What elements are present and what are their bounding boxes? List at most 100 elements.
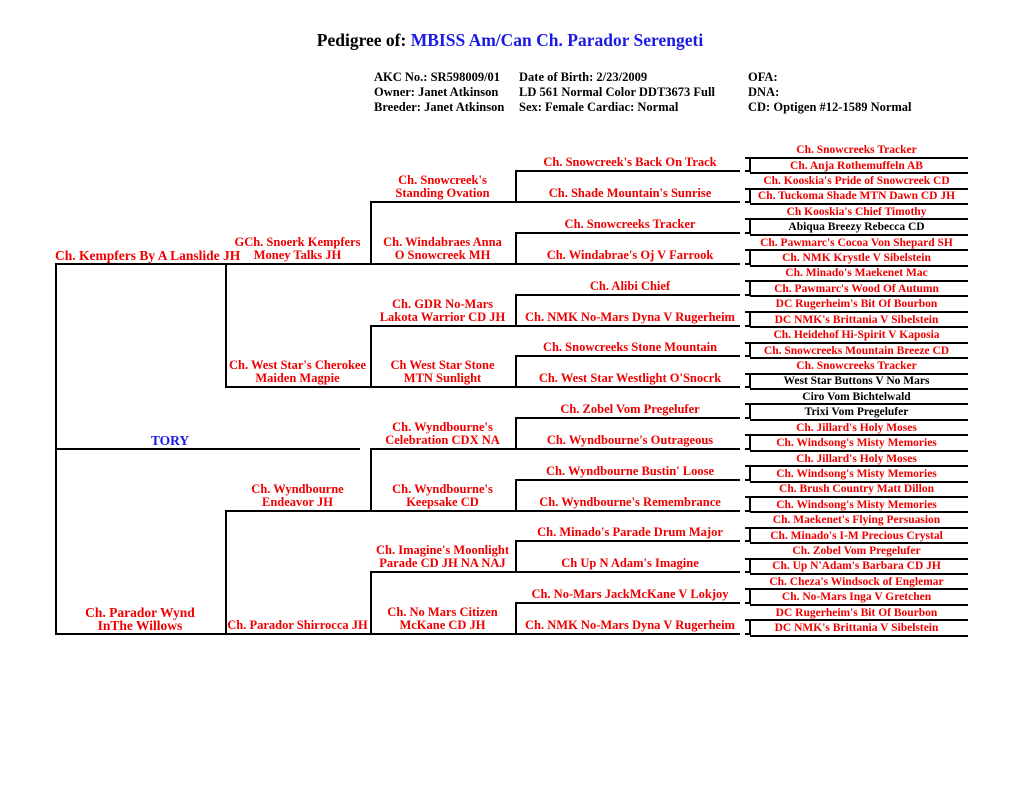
gen5-row-rule-10 xyxy=(750,295,968,298)
gen5-ancestor-14: Ch. Snowcreeks Mountain Breeze CD xyxy=(745,345,968,358)
gen4-row-rule-6 xyxy=(515,324,740,327)
gen5-row-rule-15 xyxy=(745,372,968,375)
gen4-to-gen5-connector-8 xyxy=(745,386,750,389)
ancestor-name-line: InThe Willows xyxy=(97,618,183,633)
ancestor-name-line: Ch. Kempfers By A Lanslide JH xyxy=(55,247,241,263)
gen2-bracket-2 xyxy=(370,324,372,387)
gen5-ancestor-25: Ch. Maekenet's Flying Persuasion xyxy=(745,514,968,527)
ancestor-name-line: DC Rugerheim's Bit Of Bourbon xyxy=(775,606,938,619)
ancestor-name-line: Ch. NMK No-Mars Dyna V Rugerheim xyxy=(525,618,735,632)
gen4-ancestor-16: Ch. NMK No-Mars Dyna V Rugerheim xyxy=(515,619,745,632)
gen5-ancestor-24: Ch. Windsong's Misty Memories xyxy=(745,499,968,512)
ancestor-name-line: Ch. Wyndbourne xyxy=(251,481,344,496)
gen5-row-rule-9 xyxy=(745,280,968,283)
gen4-to-gen5-connector-13 xyxy=(745,540,750,543)
ancestor-name-line: O Snowcreek MH xyxy=(394,247,491,262)
gen5-row-rule-27 xyxy=(745,557,968,560)
gen3-bracket-1 xyxy=(515,170,517,202)
gen5-row-rule-29 xyxy=(745,588,968,591)
gen4-row-rule-2 xyxy=(515,201,740,204)
gen5-ancestor-20: Ch. Windsong's Misty Memories xyxy=(745,437,968,450)
gen4-to-gen5-connector-5 xyxy=(745,293,750,296)
gen3-bracket-3 xyxy=(515,293,517,325)
gen3-row-rule-4 xyxy=(370,386,515,389)
ancestor-name-line: TORY xyxy=(150,432,190,448)
gen5-ancestor-26: Ch. Minado's I-M Precious Crystal xyxy=(745,530,968,543)
gen5-row-rule-11 xyxy=(745,310,968,313)
ancestor-name-line: Ch. Up N'Adam's Barbara CD JH xyxy=(772,560,941,573)
ancestor-name-line: Ch. Jillard's Holy Moses xyxy=(796,452,917,465)
gen2-row-rule-3 xyxy=(225,509,370,512)
ancestor-name-line: Ch. Windsong's Misty Memories xyxy=(776,498,937,511)
ancestor-name-line: Ch. Wyndbourne's Remembrance xyxy=(539,494,721,509)
gen3-bracket-4 xyxy=(515,355,517,387)
ancestor-name-line: Ch. Alibi Chief xyxy=(589,278,671,293)
gen3-ancestor-1: Ch. Snowcreek's Standing Ovation xyxy=(370,174,515,200)
gen5-ancestor-32: DC NMK's Brittania V Sibelstein xyxy=(745,622,968,635)
gen4-to-gen5-connector-10 xyxy=(745,447,750,450)
gen5-ancestor-8: Ch. NMK Krystle V Sibelstein xyxy=(745,252,968,265)
pedigree-tree: Ch. Snowcreeks Tracker Ch. Anja Rothemuff… xyxy=(0,0,1020,788)
gen5-ancestor-6: Abiqua Breezy Rebecca CD xyxy=(745,221,968,234)
gen3-row-rule-5 xyxy=(370,447,515,450)
gen4-row-rule-13 xyxy=(515,540,740,543)
gen4-to-gen5-connector-2 xyxy=(745,201,750,204)
gen3-ancestor-5: Ch. Wyndbourne's Celebration CDX NA xyxy=(370,420,515,447)
gen2-bracket-3 xyxy=(370,447,372,510)
ancestor-name-line: Lakota Warrior CD JH xyxy=(379,309,506,324)
ancestor-name-line: MTN Sunlight xyxy=(403,371,482,386)
ancestor-name-line: Ciro Vom Bichtelwald xyxy=(802,390,911,403)
gen5-ancestor-1: Ch. Snowcreeks Tracker xyxy=(745,144,968,157)
gen5-row-rule-20 xyxy=(750,449,968,452)
gen5-row-rule-17 xyxy=(745,403,968,406)
gen4-row-rule-8 xyxy=(515,386,740,389)
gen5-row-rule-18 xyxy=(750,418,968,421)
ancestor-name-line: Ch. Windsong's Misty Memories xyxy=(776,467,937,480)
gen5-row-rule-26 xyxy=(750,542,968,545)
gen4-to-gen5-connector-7 xyxy=(745,355,750,358)
gen5-row-rule-32 xyxy=(750,634,968,637)
gen5-ancestor-27: Ch. Zobel Vom Pregelufer xyxy=(745,545,968,558)
ancestor-name-line: Ch. GDR No-Mars xyxy=(391,296,494,311)
gen2-ancestor-1: GCh. Snoerk Kempfers Money Talks JH xyxy=(225,235,370,262)
ancestor-name-line: Ch. Windabrae's Oj V Farrook xyxy=(546,247,714,262)
gen5-ancestor-19: Ch. Jillard's Holy Moses xyxy=(745,422,968,435)
gen5-row-rule-31 xyxy=(745,619,968,622)
ancestor-name-line: Ch. Zobel Vom Pregelufer xyxy=(792,545,921,558)
ancestor-name-line: Ch. NMK Krystle V Sibelstein xyxy=(782,252,931,265)
gen4-row-rule-12 xyxy=(515,509,740,512)
ancestor-name-line: Ch. Minado's Parade Drum Major xyxy=(537,525,723,540)
gen4-ancestor-14: Ch Up N Adam's Imagine xyxy=(515,557,745,570)
gen3-ancestor-3: Ch. GDR No-Mars Lakota Warrior CD JH xyxy=(370,296,515,324)
gen5-ancestor-23: Ch. Brush Country Matt Dillon xyxy=(745,483,968,496)
gen1-row-rule-2 xyxy=(55,633,225,635)
gen4-to-gen5-connector-9 xyxy=(745,417,750,420)
ancestor-name-line: Money Talks JH xyxy=(253,247,342,262)
gen2-row-rule-2 xyxy=(225,386,370,389)
gen2-row-rule-1 xyxy=(225,262,370,265)
gen5-ancestor-13: Ch. Heidehof Hi-Spirit V Kaposia xyxy=(745,329,968,342)
ancestor-name-line: Abiqua Breezy Rebecca CD xyxy=(788,221,925,234)
gen1-ancestor-1: Ch. Kempfers By A Lanslide JH xyxy=(55,249,240,263)
gen3-row-rule-8 xyxy=(370,633,515,635)
gen5-row-rule-2 xyxy=(750,172,968,175)
gen4-row-rule-5 xyxy=(515,293,740,296)
ancestor-name-line: Ch. Windsong's Misty Memories xyxy=(776,437,937,450)
gen3-bracket-7 xyxy=(515,540,517,572)
gen4-row-rule-9 xyxy=(515,417,740,420)
gen4-ancestor-13: Ch. Minado's Parade Drum Major xyxy=(515,526,745,539)
gen2-bracket-1 xyxy=(370,201,372,263)
gen4-to-gen5-connector-1 xyxy=(745,170,750,173)
gen1-ancestor-2: Ch. Parador Wynd InThe Willows xyxy=(55,606,225,633)
ancestor-name-line: Ch. Pawmarc's Cocoa Von Shepard SH xyxy=(760,236,953,249)
ancestor-name-line: DC Rugerheim's Bit Of Bourbon xyxy=(775,298,938,311)
gen5-ancestor-15: Ch. Snowcreeks Tracker xyxy=(745,360,968,373)
ancestor-name-line: Parade CD JH NA NAJ xyxy=(379,556,506,571)
ancestor-name-line: Ch. Snowcreeks Stone Mountain xyxy=(542,340,718,355)
ancestor-name-line: DC NMK's Brittania V Sibelstein xyxy=(774,622,939,635)
gen3-bracket-5 xyxy=(515,417,517,448)
gen4-row-rule-16 xyxy=(515,633,740,635)
gen2-bracket-4 xyxy=(370,571,372,633)
gen5-ancestor-4: Ch. Tuckoma Shade MTN Dawn CD JH xyxy=(745,190,968,203)
gen5-row-rule-12 xyxy=(750,326,968,329)
